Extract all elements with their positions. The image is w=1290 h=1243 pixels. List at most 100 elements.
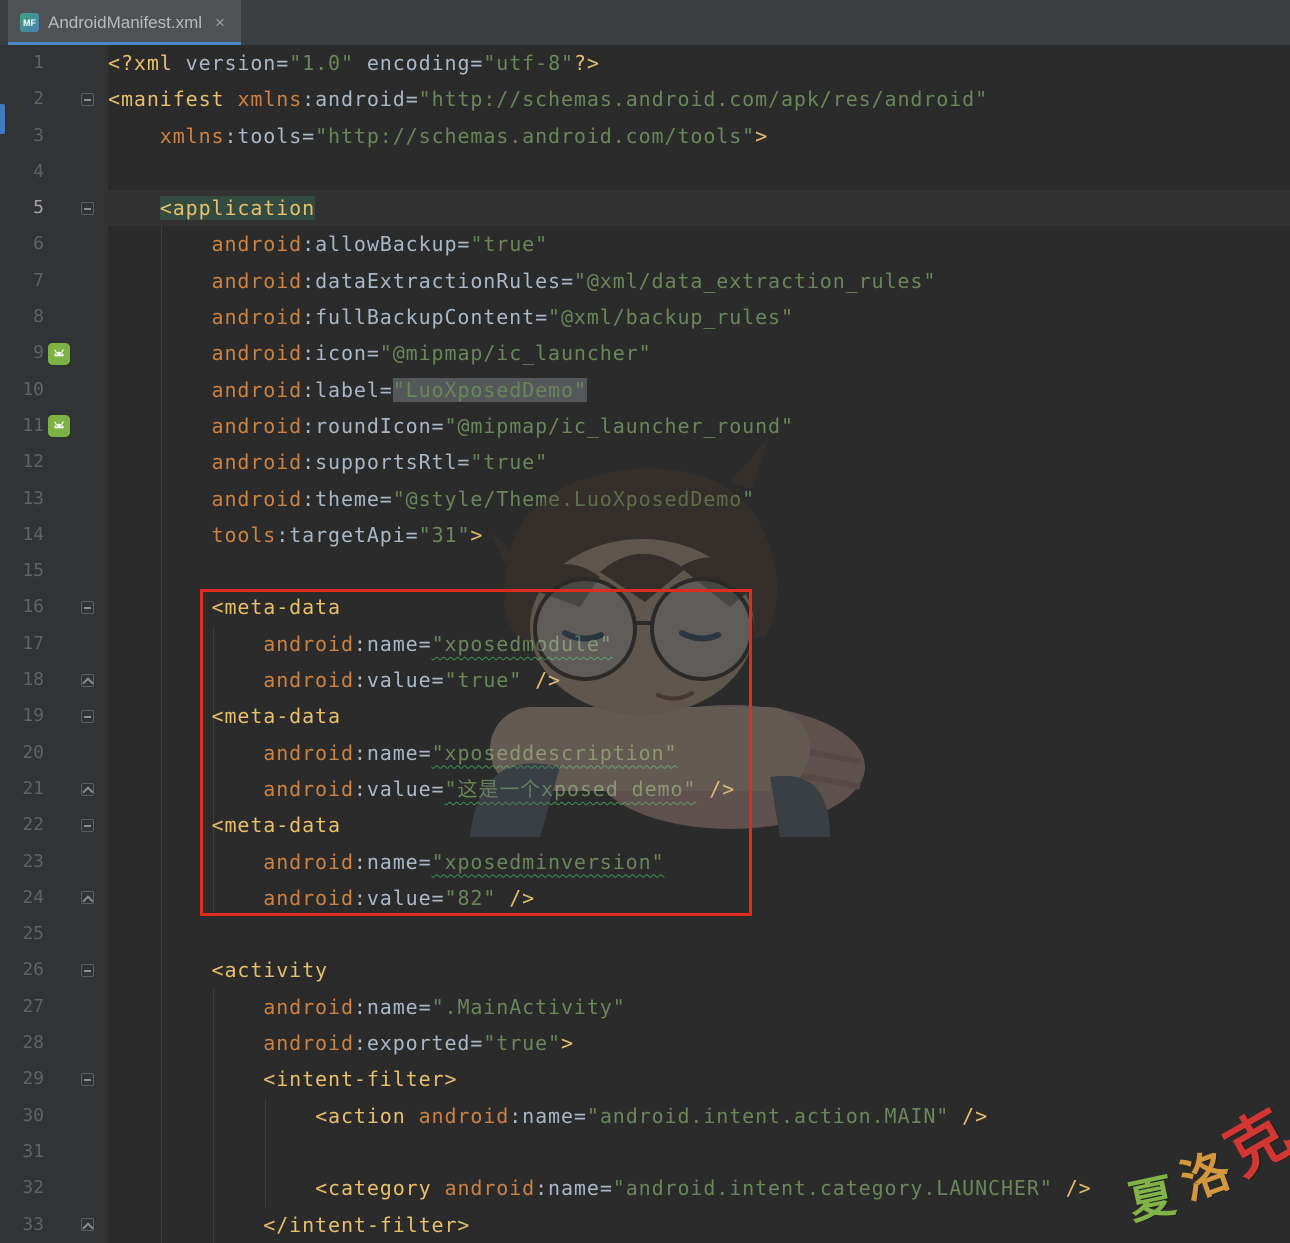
code-text[interactable]: android:name="xposedminversion" bbox=[108, 844, 665, 880]
gutter-cell[interactable]: 5 bbox=[0, 190, 108, 226]
code-text[interactable]: android:name=".MainActivity" bbox=[108, 989, 626, 1025]
tab-close-icon[interactable]: × bbox=[215, 13, 225, 33]
gutter-cell[interactable]: 27 bbox=[0, 989, 108, 1025]
code-line[interactable]: 27 android:name=".MainActivity" bbox=[0, 989, 1290, 1025]
code-text[interactable]: <meta-data bbox=[108, 589, 341, 625]
gutter-cell[interactable]: 24 bbox=[0, 880, 108, 916]
code-line[interactable]: 30 <action android:name="android.intent.… bbox=[0, 1098, 1290, 1134]
tab-androidmanifest-xml[interactable]: MF AndroidManifest.xml × bbox=[8, 0, 241, 45]
gutter-cell[interactable]: 11 bbox=[0, 408, 108, 444]
gutter-cell[interactable]: 8 bbox=[0, 299, 108, 335]
code-text[interactable]: android:label="LuoXposedDemo" bbox=[108, 372, 587, 408]
gutter-cell[interactable]: 30 bbox=[0, 1098, 108, 1134]
code-line[interactable]: 25 bbox=[0, 916, 1290, 952]
code-line[interactable]: 1<?xml version="1.0" encoding="utf-8"?> bbox=[0, 45, 1290, 81]
gutter-cell[interactable]: 4 bbox=[0, 154, 108, 190]
code-text[interactable]: </intent-filter> bbox=[108, 1207, 470, 1243]
code-text[interactable]: <meta-data bbox=[108, 807, 341, 843]
code-text[interactable]: android:icon="@mipmap/ic_launcher" bbox=[108, 335, 652, 371]
gutter-cell[interactable]: 19 bbox=[0, 698, 108, 734]
code-line[interactable]: 24 android:value="82" /> bbox=[0, 880, 1290, 916]
fold-start-icon[interactable] bbox=[74, 964, 100, 977]
code-line[interactable]: 9 android:icon="@mipmap/ic_launcher" bbox=[0, 335, 1290, 371]
code-line[interactable]: 20 android:name="xposeddescription" bbox=[0, 735, 1290, 771]
gutter-cell[interactable]: 20 bbox=[0, 735, 108, 771]
code-line[interactable]: 4 bbox=[0, 154, 1290, 190]
gutter-cell[interactable]: 2 bbox=[0, 81, 108, 117]
code-text[interactable]: android:exported="true"> bbox=[108, 1025, 574, 1061]
code-text[interactable]: <intent-filter> bbox=[108, 1061, 457, 1097]
gutter-cell[interactable]: 14 bbox=[0, 517, 108, 553]
code-line[interactable]: 29 <intent-filter> bbox=[0, 1061, 1290, 1097]
code-line[interactable]: 12 android:supportsRtl="true" bbox=[0, 444, 1290, 480]
gutter-cell[interactable]: 7 bbox=[0, 263, 108, 299]
code-text[interactable]: android:name="xposeddescription" bbox=[108, 735, 677, 771]
fold-start-icon[interactable] bbox=[74, 93, 100, 106]
gutter-cell[interactable]: 3 bbox=[0, 118, 108, 154]
code-line[interactable]: 17 android:name="xposedmodule" bbox=[0, 626, 1290, 662]
gutter-cell[interactable]: 13 bbox=[0, 481, 108, 517]
gutter-cell[interactable]: 33 bbox=[0, 1207, 108, 1243]
code-text[interactable]: tools:targetApi="31"> bbox=[108, 517, 483, 553]
code-line[interactable]: 5 <application bbox=[0, 190, 1290, 226]
code-line[interactable]: 28 android:exported="true"> bbox=[0, 1025, 1290, 1061]
android-launcher-icon[interactable] bbox=[44, 415, 74, 437]
code-text[interactable]: <activity bbox=[108, 952, 328, 988]
code-line[interactable]: 21 android:value="这是一个xposed demo" /> bbox=[0, 771, 1290, 807]
code-line[interactable]: 22 <meta-data bbox=[0, 807, 1290, 843]
code-text[interactable]: android:allowBackup="true" bbox=[108, 226, 548, 262]
code-line[interactable]: 32 <category android:name="android.inten… bbox=[0, 1170, 1290, 1206]
gutter-cell[interactable]: 21 bbox=[0, 771, 108, 807]
code-text[interactable]: android:value="82" /> bbox=[108, 880, 535, 916]
gutter-cell[interactable]: 32 bbox=[0, 1170, 108, 1206]
fold-end-icon[interactable] bbox=[74, 891, 100, 904]
code-text[interactable]: android:value="true" /> bbox=[108, 662, 561, 698]
code-text[interactable]: android:fullBackupContent="@xml/backup_r… bbox=[108, 299, 794, 335]
code-text[interactable]: android:dataExtractionRules="@xml/data_e… bbox=[108, 263, 936, 299]
code-line[interactable]: 13 android:theme="@style/Theme.LuoXposed… bbox=[0, 481, 1290, 517]
code-line[interactable]: 16 <meta-data bbox=[0, 589, 1290, 625]
gutter-cell[interactable]: 23 bbox=[0, 844, 108, 880]
gutter-cell[interactable]: 25 bbox=[0, 916, 108, 952]
code-text[interactable]: <meta-data bbox=[108, 698, 341, 734]
code-line[interactable]: 18 android:value="true" /> bbox=[0, 662, 1290, 698]
gutter-cell[interactable]: 22 bbox=[0, 807, 108, 843]
code-line[interactable]: 33 </intent-filter> bbox=[0, 1207, 1290, 1243]
code-text[interactable]: <application bbox=[108, 190, 315, 226]
fold-start-icon[interactable] bbox=[74, 202, 100, 215]
code-line[interactable]: 11 android:roundIcon="@mipmap/ic_launche… bbox=[0, 408, 1290, 444]
code-text[interactable]: <action android:name="android.intent.act… bbox=[108, 1098, 988, 1134]
code-line[interactable]: 23 android:name="xposedminversion" bbox=[0, 844, 1290, 880]
gutter-cell[interactable]: 16 bbox=[0, 589, 108, 625]
code-text[interactable]: android:value="这是一个xposed demo" /> bbox=[108, 771, 735, 807]
gutter-cell[interactable]: 12 bbox=[0, 444, 108, 480]
code-line[interactable]: 19 <meta-data bbox=[0, 698, 1290, 734]
fold-start-icon[interactable] bbox=[74, 710, 100, 723]
gutter-cell[interactable]: 26 bbox=[0, 952, 108, 988]
gutter-cell[interactable]: 31 bbox=[0, 1134, 108, 1170]
gutter-cell[interactable]: 17 bbox=[0, 626, 108, 662]
fold-end-icon[interactable] bbox=[74, 674, 100, 687]
android-launcher-icon[interactable] bbox=[44, 343, 74, 365]
code-line[interactable]: 7 android:dataExtractionRules="@xml/data… bbox=[0, 263, 1290, 299]
code-text[interactable]: android:name="xposedmodule" bbox=[108, 626, 613, 662]
fold-end-icon[interactable] bbox=[74, 1218, 100, 1231]
code-text[interactable]: android:supportsRtl="true" bbox=[108, 444, 548, 480]
code-text[interactable]: xmlns:tools="http://schemas.android.com/… bbox=[108, 118, 768, 154]
code-line[interactable]: 26 <activity bbox=[0, 952, 1290, 988]
code-line[interactable]: 31 bbox=[0, 1134, 1290, 1170]
code-text[interactable]: <?xml version="1.0" encoding="utf-8"?> bbox=[108, 45, 600, 81]
code-line[interactable]: 10 android:label="LuoXposedDemo" bbox=[0, 372, 1290, 408]
code-line[interactable]: 14 tools:targetApi="31"> bbox=[0, 517, 1290, 553]
gutter-cell[interactable]: 28 bbox=[0, 1025, 108, 1061]
gutter-cell[interactable]: 18 bbox=[0, 662, 108, 698]
code-text[interactable]: <manifest xmlns:android="http://schemas.… bbox=[108, 81, 988, 117]
code-text[interactable]: <category android:name="android.intent.c… bbox=[108, 1170, 1092, 1206]
gutter-cell[interactable]: 15 bbox=[0, 553, 108, 589]
gutter-cell[interactable]: 29 bbox=[0, 1061, 108, 1097]
fold-start-icon[interactable] bbox=[74, 601, 100, 614]
code-line[interactable]: 6 android:allowBackup="true" bbox=[0, 226, 1290, 262]
code-text[interactable]: android:roundIcon="@mipmap/ic_launcher_r… bbox=[108, 408, 794, 444]
code-text[interactable]: android:theme="@style/Theme.LuoXposedDem… bbox=[108, 481, 755, 517]
gutter-cell[interactable]: 10 bbox=[0, 372, 108, 408]
